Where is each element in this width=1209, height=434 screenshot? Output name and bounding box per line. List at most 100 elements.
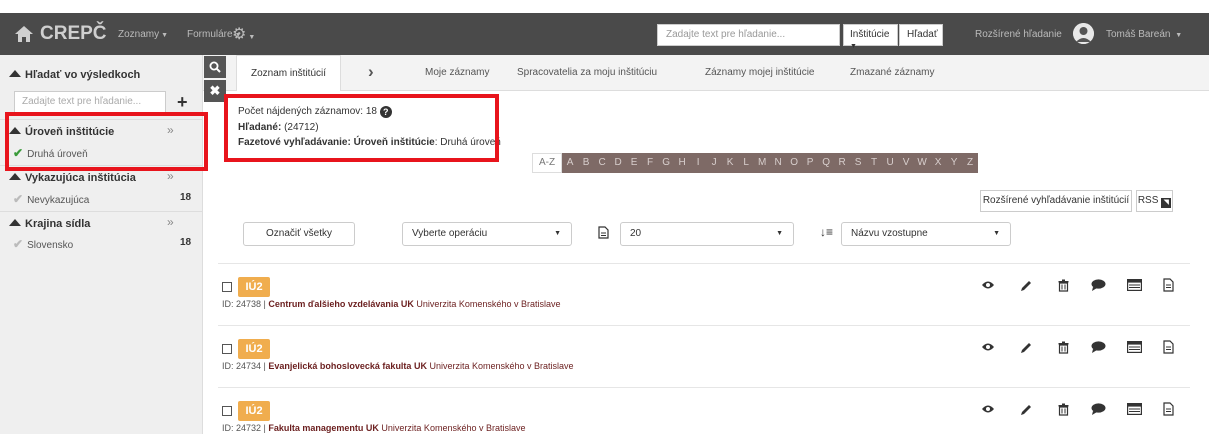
tab-institution-list[interactable]: Zoznam inštitúcií	[236, 55, 342, 91]
letter-i[interactable]: I	[690, 153, 707, 173]
user-menu[interactable]: Tomáš Bareán ▼	[1106, 29, 1182, 40]
letter-u[interactable]: U	[882, 153, 899, 173]
trash-icon[interactable]	[1055, 339, 1071, 355]
letter-z[interactable]: Z	[962, 153, 979, 173]
caret-down-icon: ▼	[554, 230, 561, 237]
gear-icon: ⚙	[232, 26, 247, 43]
letter-l[interactable]: L	[738, 153, 755, 173]
trash-icon[interactable]	[1055, 401, 1071, 417]
double-chevron-down-icon[interactable]: »	[167, 169, 174, 183]
sidebar-heading[interactable]: Hľadať vo výsledkoch	[9, 69, 140, 81]
letter-r[interactable]: R	[834, 153, 851, 173]
eye-icon[interactable]	[980, 277, 996, 293]
record-name-link[interactable]: Centrum ďalšieho vzdelávania UK	[268, 299, 414, 309]
letter-a[interactable]: A	[562, 153, 579, 173]
tab-my-records[interactable]: Moje záznamy	[425, 67, 489, 78]
highlight-box	[224, 94, 499, 162]
select-all-button[interactable]: Označiť všetky	[243, 222, 355, 246]
pencil-icon[interactable]	[1018, 339, 1034, 355]
letter-m[interactable]: M	[754, 153, 771, 173]
search-button[interactable]: Hľadať	[899, 24, 943, 46]
letter-p[interactable]: P	[802, 153, 819, 173]
operation-select[interactable]: Vyberte operáciu ▼	[402, 222, 572, 246]
top-navbar: CREPČ Zoznamy ▼ Formuláre ▼ ⚙ ▼ Zadajte tex…	[0, 13, 1209, 55]
check-icon: ✔	[13, 192, 24, 206]
comment-icon[interactable]	[1090, 277, 1106, 293]
letter-all[interactable]: A-Z	[532, 153, 563, 173]
record-id: ID: 24734 |	[222, 361, 269, 371]
sidebar-search-input[interactable]: Zadajte text pre hľadanie...	[14, 91, 166, 113]
letter-h[interactable]: H	[674, 153, 691, 173]
facet-count: 18	[180, 237, 192, 248]
eye-icon[interactable]	[980, 339, 996, 355]
letter-o[interactable]: O	[786, 153, 803, 173]
letter-w[interactable]: W	[914, 153, 931, 173]
record-line: ID: 24738 | Centrum ďalšieho vzdelávania…	[222, 299, 560, 309]
user-avatar[interactable]	[1073, 23, 1094, 44]
add-filter-icon[interactable]: +	[177, 92, 188, 113]
menu-zoznamy[interactable]: Zoznamy ▼	[118, 29, 168, 40]
letter-q[interactable]: Q	[818, 153, 835, 173]
settings-menu[interactable]: ⚙ ▼	[232, 24, 255, 44]
list-icon[interactable]	[1126, 401, 1142, 417]
pencil-icon[interactable]	[1018, 401, 1034, 417]
letter-f[interactable]: F	[642, 153, 659, 173]
comment-icon[interactable]	[1090, 401, 1106, 417]
brand-logo[interactable]: CREPČ	[14, 23, 107, 45]
letter-x[interactable]: X	[930, 153, 947, 173]
page-size-select[interactable]: 20 ▼	[620, 222, 794, 246]
letter-n[interactable]: N	[770, 153, 787, 173]
record-org-link[interactable]: Univerzita Komenského v Bratislave	[416, 299, 560, 309]
record-org-link[interactable]: Univerzita Komenského v Bratislave	[381, 423, 525, 433]
close-icon[interactable]: ✖	[204, 80, 226, 102]
letter-y[interactable]: Y	[946, 153, 963, 173]
advanced-search-link[interactable]: Rozšírené hľadanie	[975, 29, 1062, 40]
record-id: ID: 24732 |	[222, 423, 269, 433]
comment-icon[interactable]	[1090, 339, 1106, 355]
tab-processors[interactable]: Spracovatelia za moju inštitúciu	[517, 67, 657, 78]
rss-icon: ◥	[1161, 198, 1172, 208]
list-icon[interactable]	[1126, 277, 1142, 293]
tab-deleted-records[interactable]: Zmazané záznamy	[850, 67, 934, 78]
row-checkbox[interactable]	[222, 344, 232, 354]
row-checkbox[interactable]	[222, 406, 232, 416]
pencil-icon[interactable]	[1018, 277, 1034, 293]
sort-select[interactable]: Názvu vzostupne ▼	[841, 222, 1011, 246]
chevron-right-icon: ›	[368, 62, 374, 81]
row-checkbox[interactable]	[222, 282, 232, 292]
rss-button[interactable]: RSS ◥	[1136, 190, 1173, 212]
advanced-institution-search-button[interactable]: Rozšírené vyhľadávanie inštitúcií	[980, 190, 1132, 212]
facet-title-country[interactable]: Krajina sídla	[9, 218, 90, 230]
letter-g[interactable]: G	[658, 153, 675, 173]
highlight-box	[5, 112, 208, 171]
letter-s[interactable]: S	[850, 153, 867, 173]
letter-t[interactable]: T	[866, 153, 883, 173]
tab-institution-records[interactable]: Záznamy mojej inštitúcie	[705, 67, 814, 78]
letter-e[interactable]: E	[626, 153, 643, 173]
search-scope-dropdown[interactable]: Inštitúcie ▼	[843, 24, 898, 50]
search-icon[interactable]	[204, 56, 226, 78]
letter-v[interactable]: V	[898, 153, 915, 173]
document-icon	[598, 226, 609, 239]
record-name-link[interactable]: Fakulta managementu UK	[268, 423, 379, 433]
letter-c[interactable]: C	[594, 153, 611, 173]
eye-icon[interactable]	[980, 401, 996, 417]
file-icon[interactable]	[1160, 277, 1176, 293]
trash-icon[interactable]	[1055, 277, 1071, 293]
letter-j[interactable]: J	[706, 153, 723, 173]
facet-title-reporting[interactable]: Vykazujúca inštitúcia	[9, 172, 136, 184]
global-search-input[interactable]: Zadajte text pre hľadanie...	[657, 24, 840, 46]
brand-name: CREPČ	[40, 23, 107, 44]
list-icon[interactable]	[1126, 339, 1142, 355]
file-icon[interactable]	[1160, 339, 1176, 355]
facet-item-reporting[interactable]: ✔ Nevykazujúca	[13, 192, 89, 206]
facet-item-country[interactable]: ✔ Slovensko	[13, 237, 73, 251]
file-icon[interactable]	[1160, 401, 1176, 417]
caret-down-icon: ▼	[993, 230, 1000, 237]
record-org-link[interactable]: Univerzita Komenského v Bratislave	[429, 361, 573, 371]
record-name-link[interactable]: Evanjelická bohoslovecká fakulta UK	[268, 361, 427, 371]
double-chevron-down-icon[interactable]: »	[167, 215, 174, 229]
letter-b[interactable]: B	[578, 153, 595, 173]
letter-k[interactable]: K	[722, 153, 739, 173]
letter-d[interactable]: D	[610, 153, 627, 173]
